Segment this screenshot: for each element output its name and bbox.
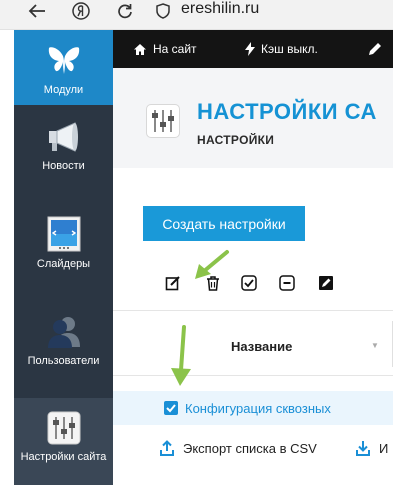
sort-icon[interactable]: ▼ (371, 341, 379, 350)
nav-to-site[interactable]: На сайт (133, 30, 197, 68)
page-header: НАСТРОЙКИ СА НАСТРОЙКИ (113, 68, 393, 168)
page-title: НАСТРОЙКИ СА (197, 99, 377, 124)
import-label: И (379, 440, 389, 456)
main-content: НАСТРОЙКИ СА НАСТРОЙКИ Создать настройки… (113, 68, 393, 485)
annotation-arrow-row (171, 325, 191, 386)
export-csv-link[interactable]: Экспорт списка в CSV (160, 440, 317, 456)
nav-label: Кэш выкл. (261, 42, 318, 56)
settings-sliders-icon (47, 411, 80, 445)
row-title-link[interactable]: Конфигурация сквозных (185, 401, 331, 416)
table-row[interactable]: Конфигурация сквозных (113, 391, 393, 425)
lightning-icon (245, 42, 255, 56)
users-icon (47, 317, 80, 348)
row-checkbox[interactable] (164, 401, 178, 415)
left-edge-strip (0, 30, 14, 485)
yandex-icon (72, 2, 90, 20)
nav-label: На сайт (153, 42, 197, 56)
butterfly-icon (48, 47, 79, 74)
page-header-icon (146, 104, 180, 138)
nav-edit[interactable] (368, 30, 382, 68)
megaphone-icon (48, 122, 78, 152)
yandex-button[interactable] (66, 0, 96, 22)
minus-icon[interactable] (279, 275, 295, 291)
import-link[interactable]: И (356, 440, 388, 456)
site-info-button[interactable] (150, 0, 176, 22)
shield-icon (156, 3, 170, 19)
edit-icon[interactable] (165, 275, 181, 291)
sidebar-item-site-settings[interactable]: Настройки сайта (14, 398, 113, 485)
top-navigation: На сайт Кэш выкл. (113, 30, 393, 68)
check-icon[interactable] (241, 275, 257, 291)
sidebar-item-label: Слайдеры (36, 258, 91, 270)
checkmark-icon (166, 404, 176, 413)
reload-button[interactable] (110, 0, 140, 22)
sidebar-item-modules[interactable]: Модули (14, 30, 113, 105)
sidebar-item-label: Модули (43, 84, 84, 96)
create-settings-button[interactable]: Создать настройки (143, 206, 305, 241)
sidebar-item-label: Пользователи (27, 355, 100, 367)
reload-icon (118, 4, 132, 19)
download-icon (356, 441, 370, 456)
column-header-name[interactable]: Название (231, 339, 292, 354)
sidebar: Модули Новости Слайдеры Пользователи Нас… (14, 30, 113, 485)
back-arrow-icon (28, 4, 45, 18)
slider-image-icon (47, 216, 80, 252)
sidebar-item-news[interactable]: Новости (14, 120, 113, 190)
browser-toolbar: ereshilin.ru (0, 0, 393, 30)
annotation-arrow-toolbar (195, 250, 229, 279)
upload-icon (160, 440, 174, 456)
export-csv-label: Экспорт списка в CSV (183, 440, 317, 456)
edit-square-icon[interactable] (318, 275, 334, 291)
sidebar-item-sliders[interactable]: Слайдеры (14, 216, 113, 286)
sidebar-item-label: Новости (42, 160, 85, 172)
settings-sliders-icon (152, 110, 174, 132)
sidebar-item-label: Настройки сайта (20, 451, 107, 463)
nav-cache[interactable]: Кэш выкл. (245, 30, 318, 68)
pencil-icon (369, 43, 381, 55)
table-header: Название ▼ (113, 310, 393, 376)
sidebar-item-users[interactable]: Пользователи (14, 315, 113, 385)
back-button[interactable] (22, 0, 52, 22)
address-bar[interactable]: ereshilin.ru (181, 0, 259, 18)
home-icon (134, 43, 146, 55)
page-subtitle: НАСТРОЙКИ (197, 133, 275, 147)
